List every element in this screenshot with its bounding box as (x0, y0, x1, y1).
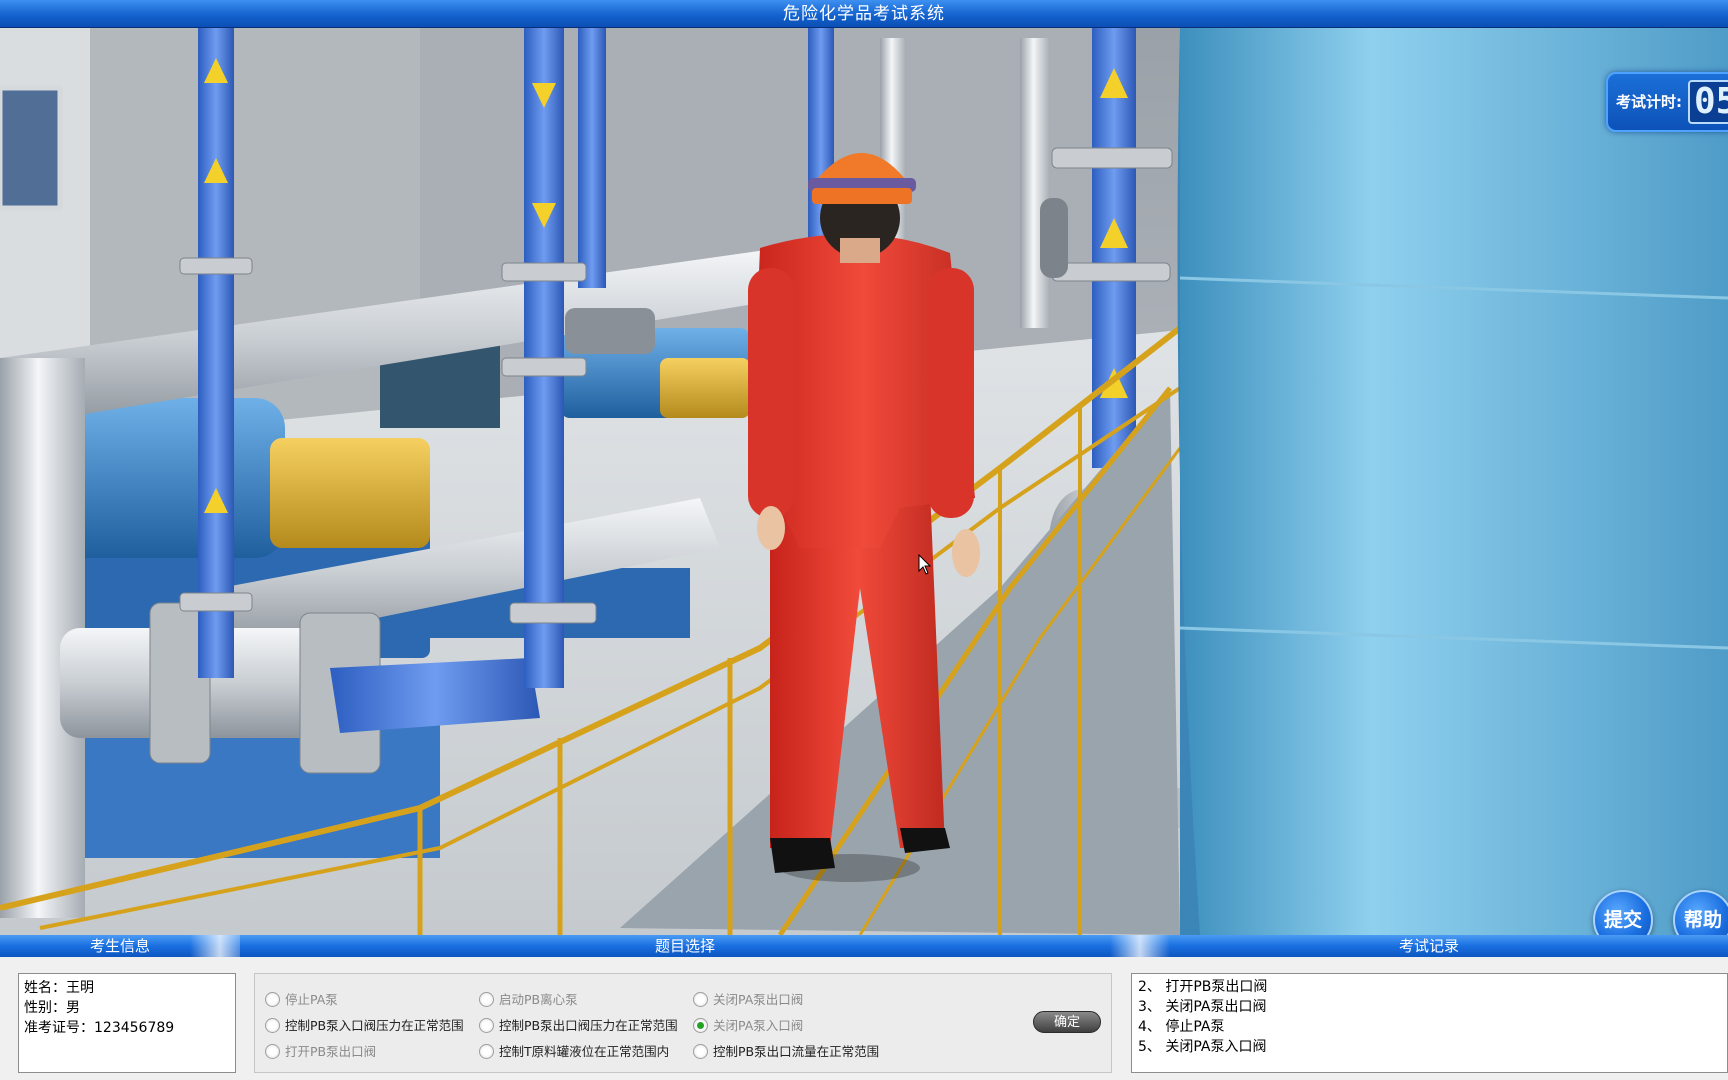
option-label: 关闭PA泵入口阀 (713, 1018, 804, 1033)
3d-scene-viewport[interactable]: 考试计时: 05 提交 帮助 (0, 28, 1728, 935)
option-label: 停止PA泵 (285, 992, 338, 1007)
radio-icon[interactable] (479, 1018, 494, 1033)
option-control-pb-outlet-pressure[interactable]: 控制PB泵出口阀压力在正常范围 (479, 1017, 678, 1035)
option-close-pa-inlet-valve[interactable]: 关闭PA泵入口阀 (693, 1017, 803, 1035)
timer-label: 考试计时: (1616, 93, 1682, 111)
question-select-header: 题目选择 (240, 935, 1130, 957)
option-control-t-tank-level[interactable]: 控制T原料罐液位在正常范围内 (479, 1043, 669, 1061)
option-start-pb-pump[interactable]: 启动PB离心泵 (479, 991, 578, 1009)
option-label: 控制PB泵入口阀压力在正常范围 (285, 1018, 464, 1033)
option-control-pb-inlet-pressure[interactable]: 控制PB泵入口阀压力在正常范围 (265, 1017, 464, 1035)
exam-record-title: 考试记录 (1398, 937, 1459, 955)
option-label: 控制PB泵出口阀压力在正常范围 (499, 1018, 678, 1033)
option-label: 启动PB离心泵 (499, 992, 578, 1007)
radio-icon[interactable] (693, 1044, 708, 1059)
record-item: 5、 关闭PA泵入口阀 (1138, 1039, 1267, 1055)
exam-record-list: 2、 打开PB泵出口阀 3、 关闭PA泵出口阀 4、 停止PA泵 5、 关闭PA… (1131, 973, 1728, 1073)
bottom-panel: 考生信息 题目选择 考试记录 姓名：王明 性别：男 准考证号：123456789… (0, 935, 1728, 1080)
candidate-name: 姓名：王明 (24, 980, 94, 996)
option-label: 控制PB泵出口流量在正常范围 (713, 1044, 880, 1059)
radio-icon[interactable] (693, 992, 708, 1007)
candidate-info-title: 考生信息 (89, 937, 150, 955)
candidate-info-header: 考生信息 (0, 935, 250, 957)
exam-timer: 考试计时: 05 (1606, 72, 1728, 132)
option-open-pb-outlet-valve[interactable]: 打开PB泵出口阀 (265, 1043, 376, 1061)
option-control-pb-outlet-flow[interactable]: 控制PB泵出口流量在正常范围 (693, 1043, 879, 1061)
candidate-gender: 性别：男 (24, 1000, 80, 1016)
plant-scene-illustration (0, 28, 1728, 935)
exam-app: 危险化学品考试系统 考试计时: 05 提交 帮助 考生信息 题目选择 考试记录 … (0, 0, 1728, 1080)
app-title: 危险化学品考试系统 (783, 4, 945, 24)
radio-checked-icon[interactable] (693, 1018, 708, 1033)
question-options-box: 停止PA泵 启动PB离心泵 关闭PA泵出口阀 控制PB泵入口阀压力在正常范围 控… (254, 973, 1112, 1073)
radio-icon[interactable] (265, 1044, 280, 1059)
option-stop-pa-pump[interactable]: 停止PA泵 (265, 991, 338, 1009)
option-close-pa-outlet-valve[interactable]: 关闭PA泵出口阀 (693, 991, 803, 1009)
record-item: 4、 停止PA泵 (1138, 1019, 1225, 1035)
timer-value: 05 (1688, 80, 1728, 124)
option-label: 打开PB泵出口阀 (285, 1044, 377, 1059)
question-select-title: 题目选择 (654, 937, 715, 955)
radio-icon[interactable] (479, 992, 494, 1007)
option-label: 关闭PA泵出口阀 (713, 992, 804, 1007)
candidate-id: 准考证号：123456789 (24, 1020, 175, 1036)
record-item: 3、 关闭PA泵出口阀 (1138, 999, 1267, 1015)
title-bar: 危险化学品考试系统 (0, 0, 1728, 28)
option-label: 控制T原料罐液位在正常范围内 (499, 1044, 670, 1059)
radio-icon[interactable] (479, 1044, 494, 1059)
record-item: 2、 打开PB泵出口阀 (1138, 979, 1268, 995)
radio-icon[interactable] (265, 1018, 280, 1033)
exam-record-header: 考试记录 (1110, 935, 1728, 957)
confirm-button[interactable]: 确定 (1033, 1011, 1101, 1033)
radio-icon[interactable] (265, 992, 280, 1007)
candidate-info-box: 姓名：王明 性别：男 准考证号：123456789 (18, 973, 236, 1073)
